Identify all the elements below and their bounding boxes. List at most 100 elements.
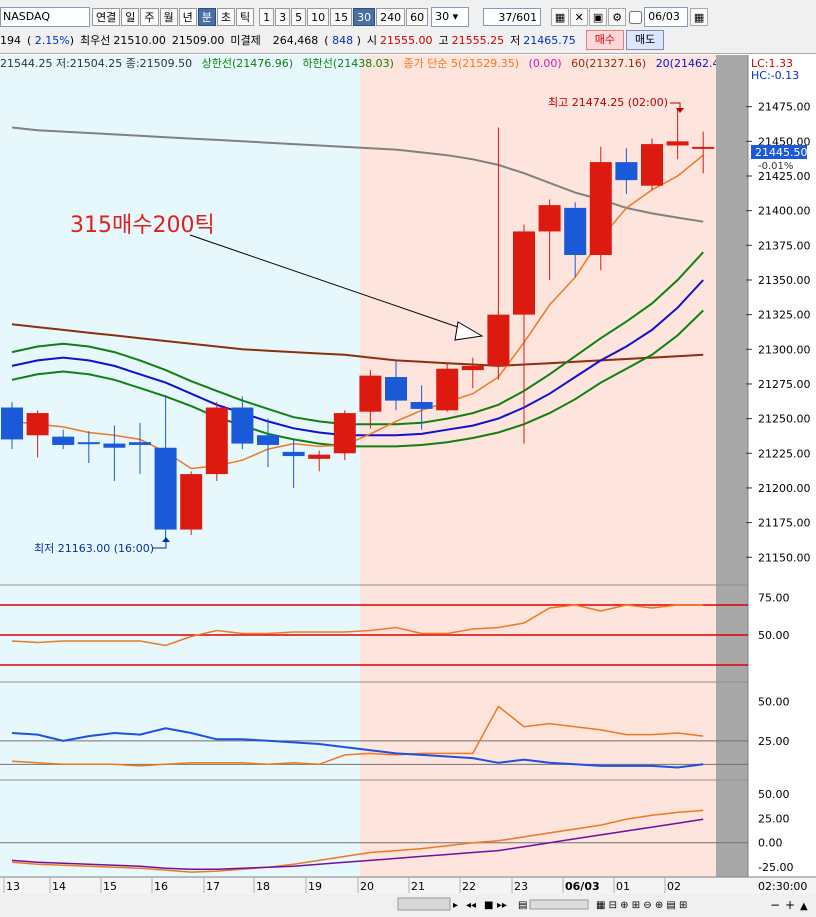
time-tick-label: 20 xyxy=(360,880,374,893)
legend-ma5: 종가 단순 5(21529.35) xyxy=(403,57,520,70)
trade-annotation: 315매수200틱 xyxy=(70,213,215,238)
time-tick-label: 18 xyxy=(256,880,270,893)
y-tick-label: 21200.00 xyxy=(758,482,811,495)
candle-body xyxy=(129,442,151,445)
y-tick-label: 21175.00 xyxy=(758,517,811,530)
candle-body xyxy=(333,413,356,454)
candle-body xyxy=(692,146,715,149)
scroll-prev-icon[interactable]: ▸ xyxy=(453,900,458,911)
time-tick-label: 19 xyxy=(308,880,322,893)
time-tick-label: 22 xyxy=(462,880,476,893)
candle-body xyxy=(513,231,535,315)
osc3-tick-label: -25.00 xyxy=(758,861,793,874)
candle xyxy=(180,471,203,536)
y-tick-label: 21400.00 xyxy=(758,205,811,218)
zoom-out-icon[interactable]: − xyxy=(770,898,780,912)
indicator-legend: 21544.25 저:21504.25 종:21509.50 상한선(21476… xyxy=(0,55,716,71)
candle-body xyxy=(154,447,177,530)
osc2-tick-label: 25.00 xyxy=(758,735,790,748)
candle xyxy=(333,410,356,461)
time-axis-bg xyxy=(0,877,816,894)
osc3-tick-label: 0.00 xyxy=(758,837,783,850)
candle-body xyxy=(1,407,23,440)
osc1-tick-label: 75.00 xyxy=(758,592,790,605)
candle xyxy=(436,363,459,412)
candle xyxy=(205,401,228,482)
y-tick-label: 21375.00 xyxy=(758,239,811,252)
candle-body xyxy=(77,442,100,445)
slider-icons[interactable]: ▦ ⊟ ⊕ ⊞ ⊖ ⊕ ▤ ⊞ xyxy=(596,900,687,911)
time-tick-label: 21 xyxy=(411,880,425,893)
candle-body xyxy=(308,454,331,459)
candle-body xyxy=(461,365,484,371)
candle xyxy=(589,146,612,271)
osc3-tick-label: 25.00 xyxy=(758,812,790,825)
scroll-up-icon[interactable]: ▲ xyxy=(800,901,808,912)
hc-label: HC:-0.13 xyxy=(751,69,799,82)
y-tick-label: 21250.00 xyxy=(758,413,811,426)
candle-body xyxy=(205,407,228,475)
time-label: 02:30:00 xyxy=(758,880,807,893)
current-price-pct: -0.01% xyxy=(758,161,793,172)
candle-body xyxy=(615,162,638,181)
time-tick-label: 13 xyxy=(6,880,20,893)
legend-ma60: 60(21327.16) xyxy=(571,57,647,70)
chart-canvas[interactable]: 315매수200틱 최고 21474.25 (02:00) 최저 21163.0… xyxy=(0,0,816,917)
legend-ma20: 20(21462.47) xyxy=(655,57,716,70)
candle-body xyxy=(385,377,407,401)
candle-body xyxy=(282,451,305,457)
low-marker: 최저 21163.00 (16:00) xyxy=(34,542,154,555)
high-marker: 최고 21474.25 (02:00) xyxy=(548,96,668,109)
candle-body xyxy=(257,435,279,445)
osc3-tick-label: 50.00 xyxy=(758,788,790,801)
chart-tools-icon[interactable]: ▤ xyxy=(518,900,527,911)
osc2-tick-label: 50.00 xyxy=(758,696,790,709)
candle-body xyxy=(180,474,203,530)
left-background xyxy=(0,55,360,877)
candle-body xyxy=(666,141,689,146)
corner-labels: LC:1.33 HC:-0.13 xyxy=(751,57,799,82)
legend-lower-band: 하한선(21438.03) xyxy=(302,57,394,70)
time-tick-label: 16 xyxy=(154,880,168,893)
candle-body xyxy=(538,205,561,232)
y-tick-label: 21475.00 xyxy=(758,101,811,114)
zoom-in-icon[interactable]: + xyxy=(785,898,795,912)
forward-icon[interactable]: ▸▸ xyxy=(497,900,507,911)
y-tick-label: 21225.00 xyxy=(758,447,811,460)
candle-body xyxy=(26,413,49,436)
right-gutter xyxy=(716,55,748,877)
legend-zero: (0.00) xyxy=(528,57,562,70)
candle-body xyxy=(410,401,433,409)
bottom-scrollbar: ▸ ◂◂ ■ ▸▸ ▤ ▦ ⊟ ⊕ ⊞ ⊖ ⊕ ▤ ⊞ − + ▲ xyxy=(0,894,816,917)
time-tick-label: 17 xyxy=(206,880,220,893)
time-tick-label: 14 xyxy=(52,880,66,893)
candle-body xyxy=(436,368,459,411)
scrollbar-thumb xyxy=(397,897,451,911)
rewind-icon[interactable]: ◂◂ xyxy=(466,900,476,911)
candle-body xyxy=(641,144,663,186)
candle xyxy=(641,138,663,190)
candle-body xyxy=(52,436,75,445)
time-tick-label: 23 xyxy=(514,880,528,893)
candle-body xyxy=(564,207,587,256)
y-tick-label: 21350.00 xyxy=(758,274,811,287)
legend-ohlc: 21544.25 저:21504.25 종:21509.50 xyxy=(0,57,193,70)
candle-body xyxy=(359,375,382,412)
y-tick-label: 21325.00 xyxy=(758,309,811,322)
current-price: 21445.50 xyxy=(755,146,808,159)
y-tick-label: 21300.00 xyxy=(758,343,811,356)
time-axis: 13 14 15 16 17 18 19 20 21 22 23 06/03 01 02 02:30:00 xyxy=(0,876,816,894)
y-tick-label: 21275.00 xyxy=(758,378,811,391)
candle-body xyxy=(487,314,510,366)
candle-body xyxy=(589,162,612,256)
time-tick-label: 15 xyxy=(103,880,117,893)
legend-upper-band: 상한선(21476.96) xyxy=(201,57,294,70)
y-tick-label: 21150.00 xyxy=(758,551,811,564)
time-tick-label: 06/03 xyxy=(565,880,600,893)
candle-body xyxy=(103,443,126,448)
zoom-slider xyxy=(529,899,589,910)
time-tick-label: 01 xyxy=(616,880,630,893)
osc1-tick-label: 50.00 xyxy=(758,629,790,642)
stop-icon[interactable]: ■ xyxy=(484,900,493,911)
time-tick-label: 02 xyxy=(667,880,681,893)
